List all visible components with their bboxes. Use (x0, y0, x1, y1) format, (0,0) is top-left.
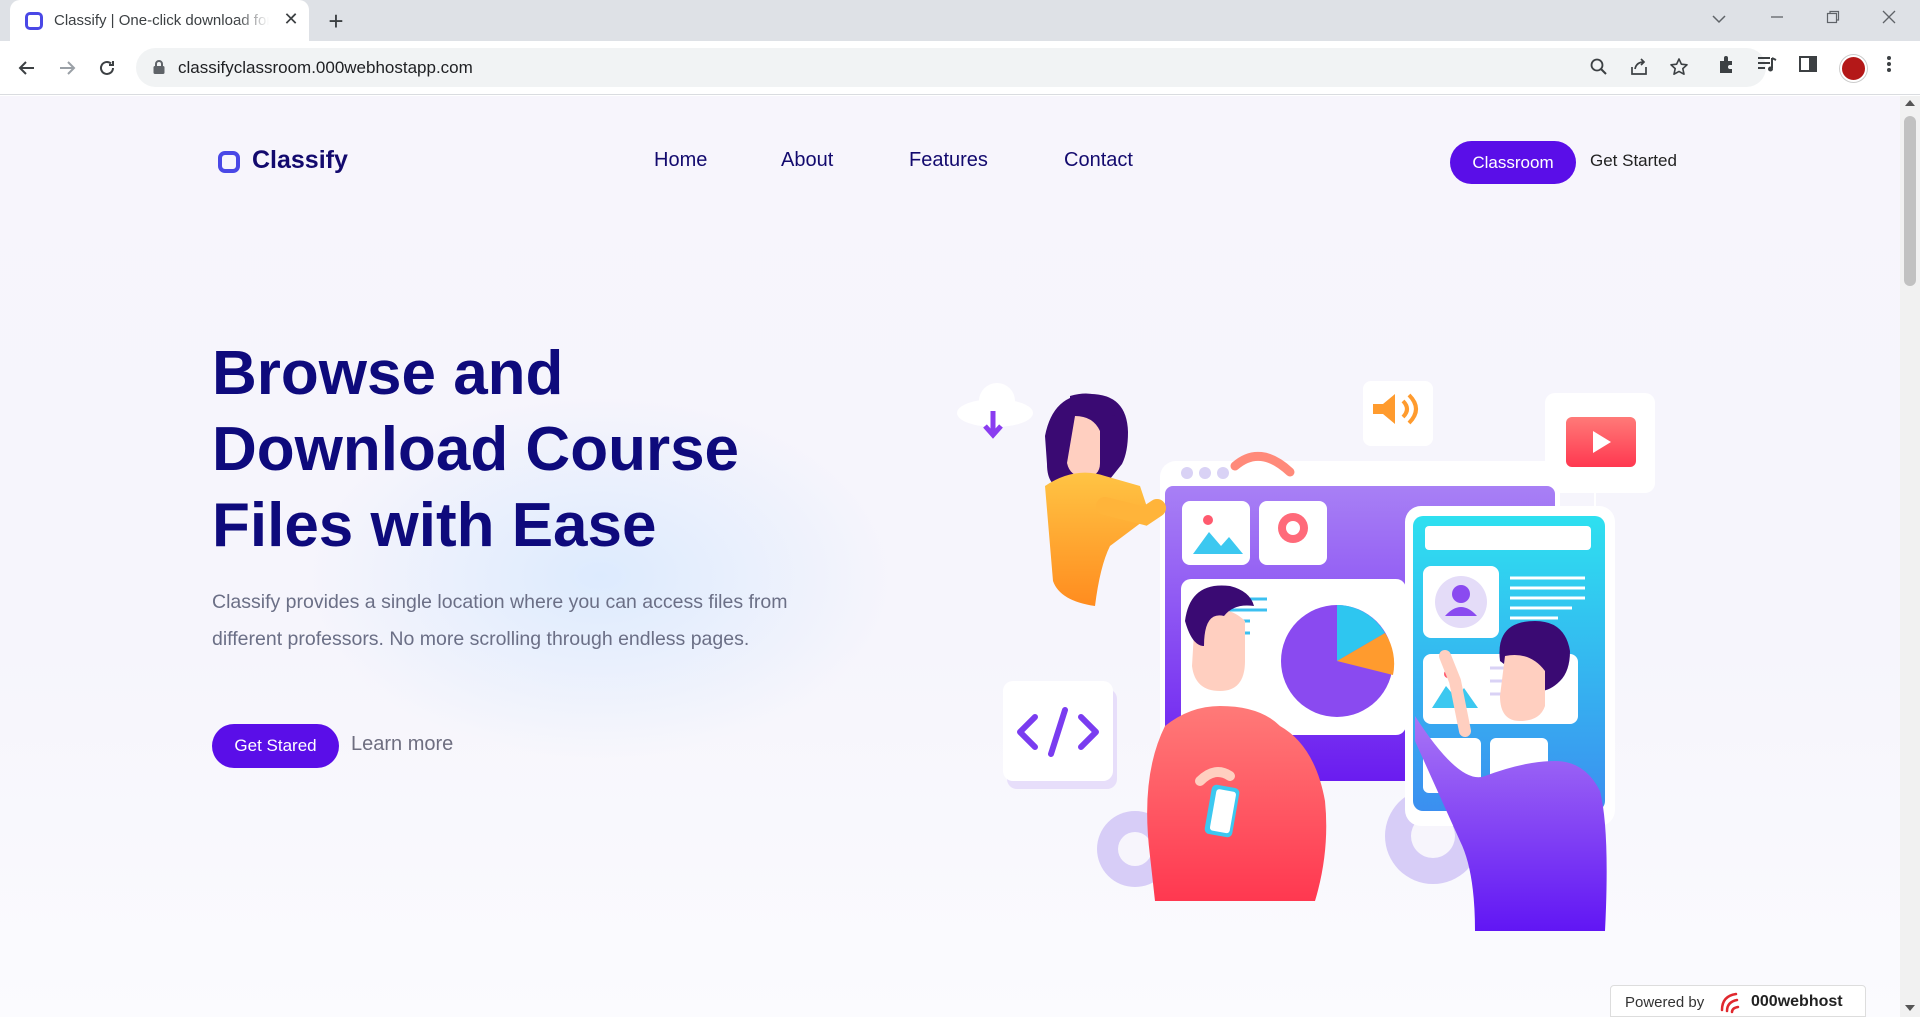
logo-text[interactable]: Classify (252, 146, 348, 175)
reload-icon[interactable] (90, 51, 124, 85)
nav-home[interactable]: Home (654, 149, 707, 172)
url-text[interactable]: classifyclassroom.000webhostapp.com (178, 58, 473, 78)
star-icon[interactable] (1669, 57, 1689, 82)
menu-icon[interactable] (1878, 53, 1912, 87)
hero-title: Browse and Download Course Files with Ea… (212, 339, 740, 560)
speaker-icon (1363, 381, 1433, 446)
side-panel-icon[interactable] (1797, 53, 1831, 87)
video-play-icon (1545, 393, 1655, 493)
favicon-icon (25, 12, 43, 30)
profile-avatar[interactable] (1840, 55, 1867, 82)
close-window-icon[interactable] (1866, 6, 1912, 34)
hero-description: Classify provides a single location wher… (212, 591, 788, 650)
logo-icon[interactable] (218, 151, 240, 173)
page-content: Classify Home About Features Contact Cla… (0, 96, 1900, 1017)
webhost-logo-icon (1719, 990, 1747, 1019)
nav-contact[interactable]: Contact (1064, 149, 1133, 172)
woman-figure (1045, 393, 1166, 606)
classroom-button[interactable]: Classroom (1450, 141, 1576, 184)
nav-features[interactable]: Features (909, 149, 988, 172)
powered-by-brand: 000webhost (1751, 993, 1843, 1010)
minimize-icon[interactable] (1754, 6, 1800, 34)
forward-arrow-icon[interactable] (50, 51, 84, 85)
search-icon[interactable] (1589, 57, 1609, 82)
address-bar[interactable]: classifyclassroom.000webhostapp.com (136, 48, 1766, 87)
tab-title: Classify | One-click download for (54, 12, 269, 29)
restore-icon[interactable] (1810, 6, 1856, 34)
new-tab-icon[interactable]: + (320, 6, 352, 36)
powered-by-label: Powered by (1625, 994, 1705, 1011)
cloud-download-icon (957, 383, 1033, 439)
scroll-up-icon[interactable] (1905, 100, 1915, 106)
tab-bar: Classify | One-click download for ✕ + (0, 0, 1920, 41)
scrollbar[interactable] (1900, 96, 1920, 1017)
scrollbar-thumb[interactable] (1904, 116, 1916, 286)
browser-tab[interactable]: Classify | One-click download for ✕ (10, 0, 309, 41)
code-icon (1003, 681, 1117, 789)
tab-search-icon[interactable] (1696, 6, 1742, 34)
share-icon[interactable] (1629, 57, 1649, 82)
close-tab-icon[interactable]: ✕ (280, 8, 302, 30)
media-icon[interactable] (1756, 53, 1790, 87)
powered-by-badge[interactable]: Powered by 000webhost (1610, 985, 1866, 1017)
hero-illustration (957, 381, 1655, 931)
get-started-link[interactable]: Get Started (1590, 151, 1677, 171)
browser-toolbar: classifyclassroom.000webhostapp.com (0, 41, 1920, 95)
scroll-down-icon[interactable] (1905, 1005, 1915, 1011)
learn-more-link[interactable]: Learn more (351, 733, 453, 756)
lock-icon[interactable] (152, 59, 166, 80)
get-stared-button[interactable]: Get Stared (212, 724, 339, 768)
back-arrow-icon[interactable] (10, 51, 44, 85)
extensions-icon[interactable] (1716, 53, 1750, 87)
nav-about[interactable]: About (781, 149, 833, 172)
